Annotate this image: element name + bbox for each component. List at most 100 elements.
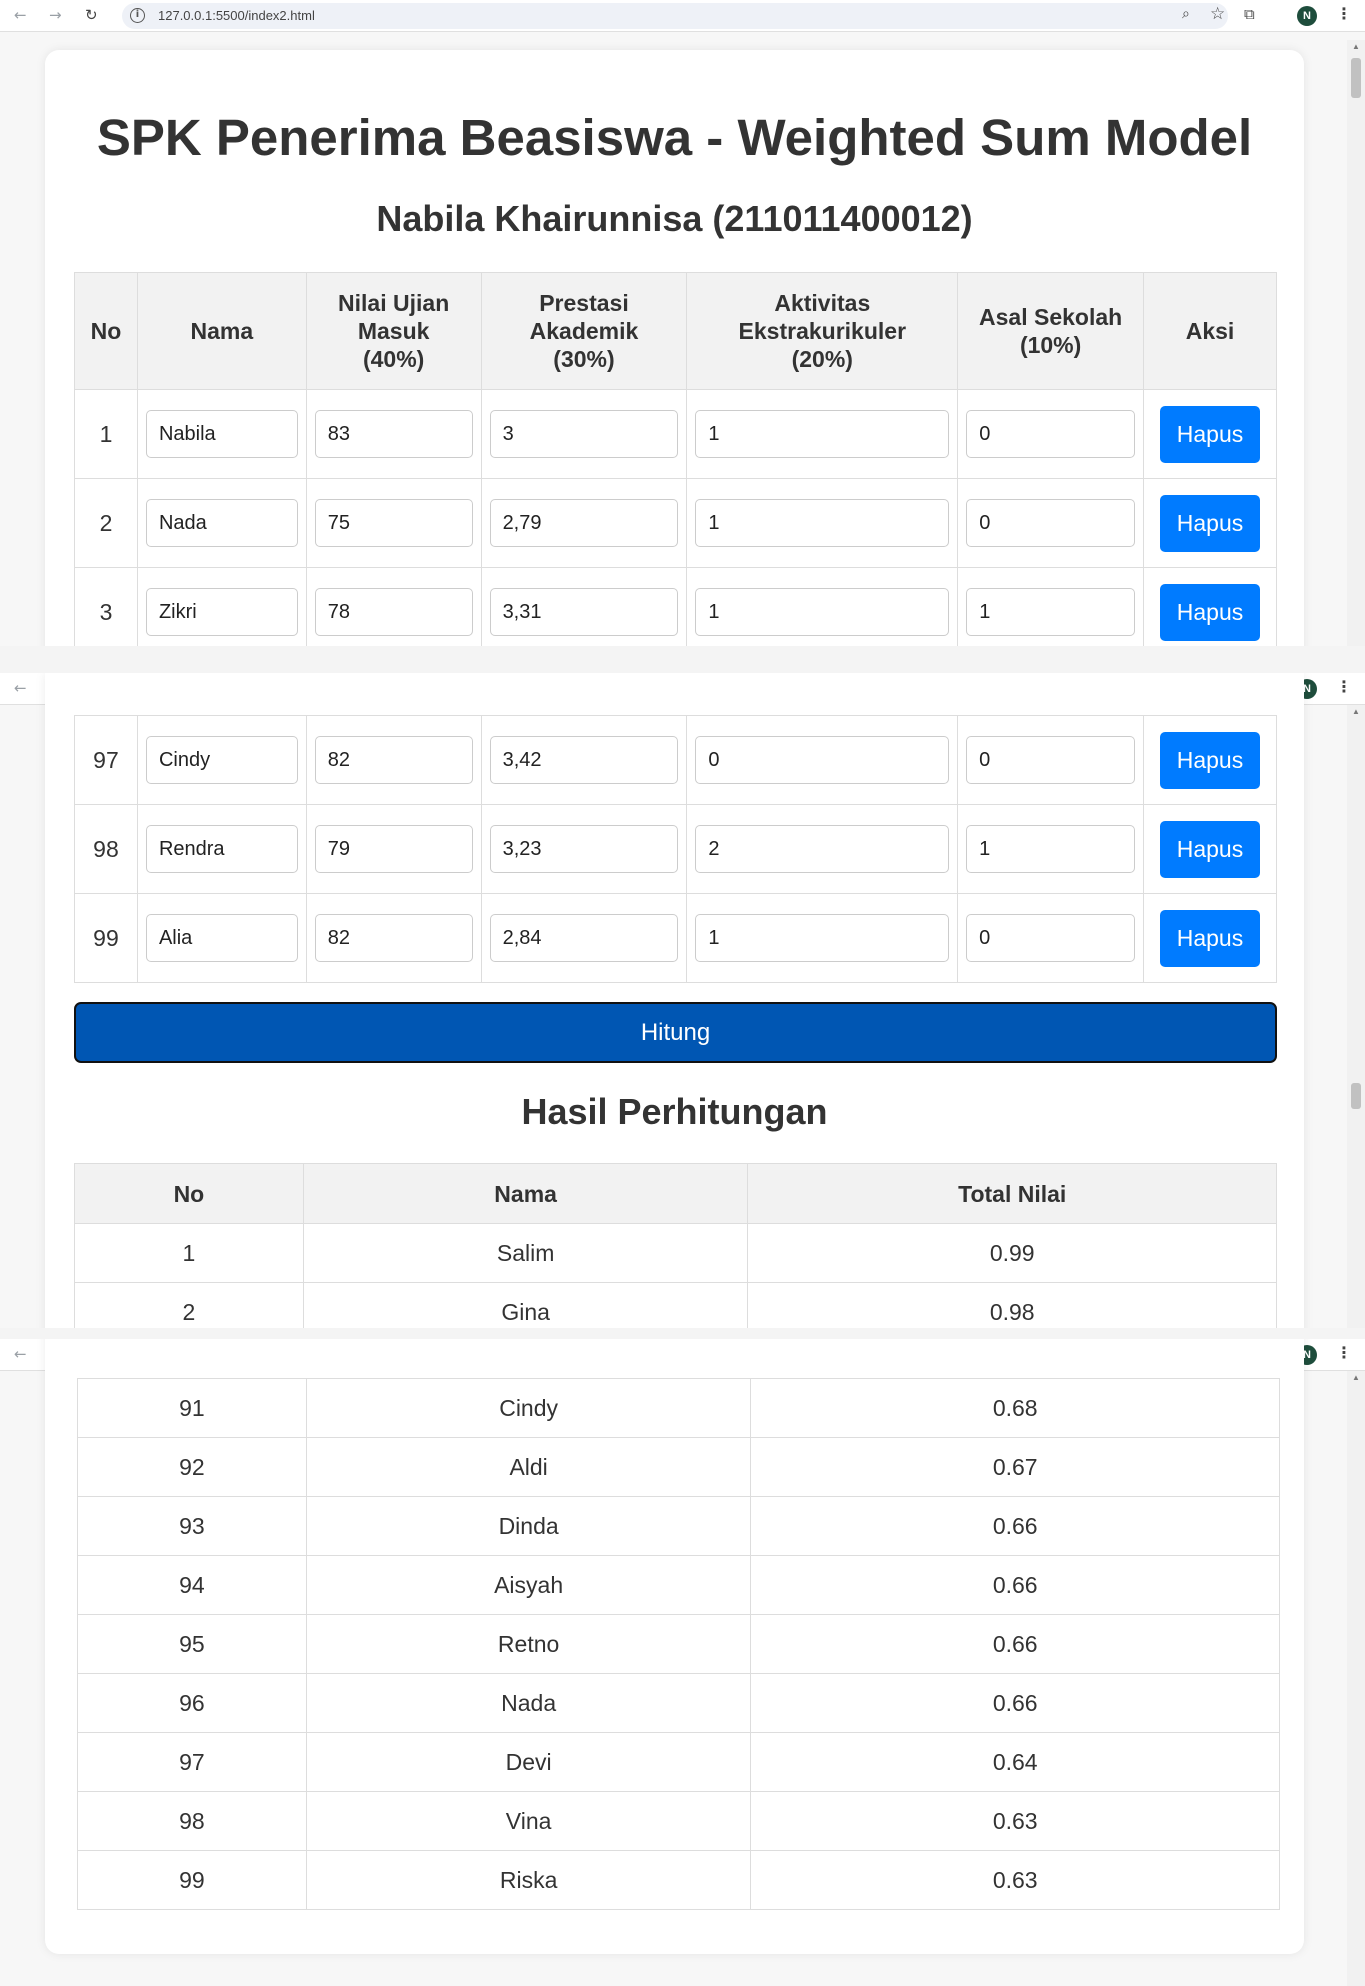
result-nama: Vina <box>305 1791 752 1851</box>
scrollbar-thumb[interactable] <box>1351 1083 1361 1109</box>
reload-icon[interactable]: ↻ <box>85 6 98 24</box>
result-nama: Devi <box>305 1732 752 1792</box>
result-row: 97 Devi 0.64 <box>77 1732 1280 1792</box>
result-row: 92 Aldi 0.67 <box>77 1437 1280 1497</box>
hapus-button[interactable]: Hapus <box>1160 494 1261 552</box>
scrollbar-thumb[interactable] <box>1351 58 1361 98</box>
result-row: 98 Vina 0.63 <box>77 1791 1280 1851</box>
nama-input[interactable] <box>145 588 298 636</box>
back-icon[interactable]: ← <box>14 1345 27 1363</box>
header-asal-line1: Asal Sekolah <box>979 304 1123 330</box>
asal-sekolah-input[interactable] <box>966 736 1135 784</box>
prestasi-input[interactable] <box>489 736 679 784</box>
browser-menu-icon[interactable]: ⋮ <box>1336 4 1352 23</box>
prestasi-input[interactable] <box>489 588 679 636</box>
nama-input[interactable] <box>145 736 298 784</box>
browser-menu-icon[interactable]: ⋮ <box>1336 677 1352 696</box>
asal-sekolah-input-cell <box>957 478 1145 568</box>
hapus-button[interactable]: Hapus <box>1159 820 1260 878</box>
result-row: 2 Gina 0.98 <box>74 1282 1277 1328</box>
result-nama: Aisyah <box>305 1555 752 1615</box>
nama-input-cell <box>136 893 307 983</box>
aktivitas-input[interactable] <box>695 825 950 873</box>
nilai-ujian-input[interactable] <box>314 914 473 962</box>
aktivitas-input[interactable] <box>695 499 950 547</box>
asal-sekolah-input[interactable] <box>966 588 1136 636</box>
input-table-header: No Nama Nilai Ujian Masuk (40%) Prestasi… <box>74 272 1277 390</box>
scroll-up-arrow-icon[interactable]: ▲ <box>1352 42 1360 51</box>
back-icon[interactable]: ← <box>14 6 27 24</box>
hapus-button[interactable]: Hapus <box>1159 731 1260 789</box>
scroll-up-arrow-icon[interactable]: ▲ <box>1352 707 1360 716</box>
aktivitas-input-cell <box>686 567 959 646</box>
nama-input-cell <box>136 804 307 894</box>
aktivitas-input[interactable] <box>695 410 950 458</box>
aksi-cell: Hapus <box>1143 567 1277 646</box>
input-row: 98 Hapus <box>74 804 1278 894</box>
page-scrollbar[interactable]: ▲ <box>1347 40 1365 646</box>
aksi-cell: Hapus <box>1143 478 1277 568</box>
nama-input[interactable] <box>145 825 298 873</box>
row-number: 99 <box>74 893 138 983</box>
nilai-ujian-input[interactable] <box>314 825 473 873</box>
prestasi-input[interactable] <box>489 825 679 873</box>
header-asal-line2: (10%) <box>1019 332 1082 358</box>
hapus-button[interactable]: Hapus <box>1160 405 1261 463</box>
prestasi-input[interactable] <box>489 410 679 458</box>
input-row: 97 Hapus <box>74 715 1278 805</box>
result-total: 0.67 <box>750 1437 1280 1497</box>
page-scrollbar[interactable]: ▲ <box>1347 705 1365 1328</box>
aksi-cell: Hapus <box>1142 715 1278 805</box>
zoom-icon[interactable]: ⌕ <box>1182 6 1190 22</box>
result-total: 0.98 <box>747 1282 1277 1328</box>
profile-avatar[interactable]: N <box>1297 6 1317 26</box>
row-number: 2 <box>74 478 138 568</box>
asal-sekolah-input[interactable] <box>966 914 1135 962</box>
back-icon[interactable]: ← <box>14 679 27 697</box>
forward-icon[interactable]: → <box>49 6 62 24</box>
result-nama: Retno <box>305 1614 752 1674</box>
result-total: 0.66 <box>750 1614 1280 1674</box>
hapus-button[interactable]: Hapus <box>1159 909 1260 967</box>
site-info-icon[interactable]: i <box>130 8 145 23</box>
nilai-ujian-input[interactable] <box>314 736 473 784</box>
page-scrollbar[interactable]: ▲ <box>1347 1371 1365 1986</box>
hapus-button[interactable]: Hapus <box>1160 583 1261 641</box>
aksi-cell: Hapus <box>1143 389 1277 479</box>
browser-menu-icon[interactable]: ⋮ <box>1336 1343 1352 1362</box>
result-row: 1 Salim 0.99 <box>74 1223 1277 1283</box>
results-table-header: No Nama Total Nilai <box>74 1163 1277 1224</box>
nilai-ujian-input[interactable] <box>314 499 473 547</box>
prestasi-input[interactable] <box>489 499 679 547</box>
nama-input[interactable] <box>145 914 298 962</box>
scroll-up-arrow-icon[interactable]: ▲ <box>1352 1373 1360 1382</box>
result-nama: Nada <box>305 1673 752 1733</box>
result-nama: Aldi <box>305 1437 752 1497</box>
asal-sekolah-input-cell <box>957 893 1144 983</box>
nama-input[interactable] <box>145 499 298 547</box>
nama-input[interactable] <box>145 410 298 458</box>
extensions-icon[interactable]: ⧉ <box>1244 5 1255 23</box>
address-bar[interactable]: i 127.0.0.1:5500/index2.html ⌕ ☆ <box>122 3 1228 29</box>
aktivitas-input[interactable] <box>695 588 950 636</box>
header-nilai-ujian: Nilai Ujian Masuk (40%) <box>305 272 482 390</box>
result-total: 0.66 <box>750 1496 1280 1556</box>
row-number: 98 <box>74 804 138 894</box>
main-card: SPK Penerima Beasiswa - Weighted Sum Mod… <box>45 50 1304 646</box>
result-total: 0.63 <box>750 1791 1280 1851</box>
bookmark-star-icon[interactable]: ☆ <box>1210 4 1225 24</box>
aktivitas-input[interactable] <box>695 914 950 962</box>
aktivitas-input[interactable] <box>695 736 950 784</box>
row-number: 1 <box>74 389 138 479</box>
result-total: 0.64 <box>750 1732 1280 1792</box>
header-asal-sekolah: Asal Sekolah (10%) <box>957 272 1145 390</box>
nilai-ujian-input[interactable] <box>314 588 473 636</box>
asal-sekolah-input[interactable] <box>966 825 1135 873</box>
hitung-button[interactable]: Hitung <box>74 1002 1277 1063</box>
nilai-ujian-input[interactable] <box>314 410 473 458</box>
result-total: 0.99 <box>747 1223 1277 1283</box>
asal-sekolah-input[interactable] <box>966 410 1136 458</box>
result-total: 0.68 <box>750 1378 1280 1438</box>
asal-sekolah-input[interactable] <box>966 499 1136 547</box>
prestasi-input[interactable] <box>489 914 679 962</box>
